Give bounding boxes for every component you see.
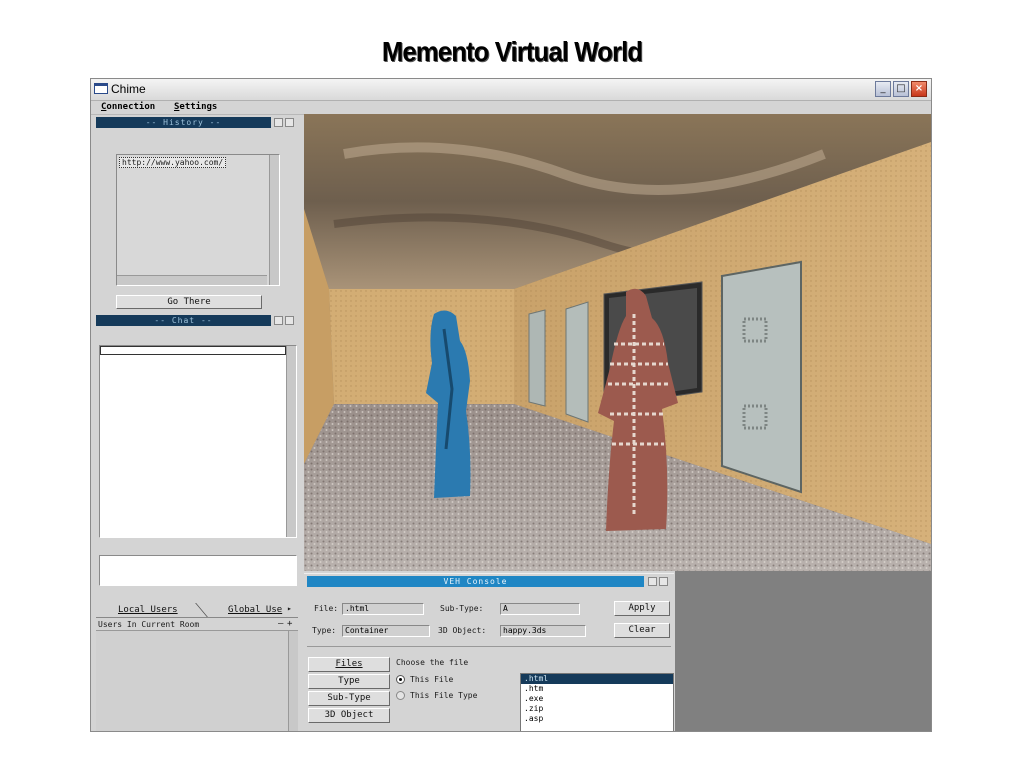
scene-render xyxy=(304,114,931,571)
radio-this-file-label: This File xyxy=(410,675,454,684)
tab-global-users[interactable]: Global Use xyxy=(228,605,282,615)
radio-this-file-type[interactable] xyxy=(396,691,405,700)
3d-object-tab-button[interactable]: 3D Object xyxy=(308,708,390,723)
file-label: File: xyxy=(314,604,339,613)
tab-scroll-right-icon[interactable]: ▸ xyxy=(287,604,292,613)
extension-item[interactable]: .htm xyxy=(521,684,673,694)
choose-file-heading: Choose the file xyxy=(396,658,469,667)
object-field[interactable]: happy.3ds xyxy=(500,625,586,637)
menu-settings-label: ettings xyxy=(179,102,218,112)
extension-item[interactable]: .asp xyxy=(521,714,673,724)
users-section-label: Users In Current Room xyxy=(98,620,200,629)
subtype-label: Sub-Type: xyxy=(440,604,484,613)
history-minimize-icon[interactable] xyxy=(274,118,283,127)
maximize-button[interactable]: □ xyxy=(893,81,909,97)
minimize-button[interactable]: _ xyxy=(875,81,891,97)
chat-log xyxy=(99,345,297,538)
chat-panel-title: -- Chat -- xyxy=(96,315,271,326)
menu-connection-label: onnection xyxy=(106,102,156,112)
go-there-button[interactable]: Go There xyxy=(116,295,262,309)
file-field[interactable]: .html xyxy=(342,603,424,615)
radio-dot-icon xyxy=(399,678,402,681)
window-app-icon xyxy=(94,83,108,94)
extension-item-selected[interactable]: .html xyxy=(521,674,673,684)
type-field[interactable]: Container xyxy=(342,625,430,637)
apply-button[interactable]: Apply xyxy=(614,601,670,616)
history-vscrollbar[interactable] xyxy=(269,155,279,285)
chat-input[interactable] xyxy=(99,555,297,586)
window-title: Chime xyxy=(111,82,146,96)
empty-area xyxy=(675,571,931,731)
menu-bar: Connection Settings xyxy=(91,101,931,115)
chat-close-icon[interactable] xyxy=(285,316,294,325)
console-divider xyxy=(307,646,671,647)
subtype-field[interactable]: A xyxy=(500,603,580,615)
clear-button[interactable]: Clear xyxy=(614,623,670,638)
extension-list[interactable]: .html .htm .exe .zip .asp xyxy=(520,673,674,731)
tab-global-users-label: Global Use xyxy=(228,605,283,615)
tab-local-users-label: Local Users xyxy=(118,605,178,615)
console-close-icon[interactable] xyxy=(659,577,668,586)
type-tab-button[interactable]: Type xyxy=(308,674,390,689)
chime-window: Chime _ □ × Connection Settings -- Histo… xyxy=(90,78,932,732)
virtual-world-view[interactable] xyxy=(304,114,931,571)
users-collapse-icon[interactable]: – xyxy=(278,619,283,629)
tab-local-users[interactable]: Local Users xyxy=(118,605,178,615)
menu-connection[interactable]: Connection xyxy=(101,102,155,112)
users-vscrollbar[interactable] xyxy=(288,631,298,731)
history-hscrollbar[interactable] xyxy=(117,275,267,285)
console-title: VEH Console xyxy=(307,576,644,587)
extension-item[interactable]: .zip xyxy=(521,704,673,714)
chat-vscrollbar[interactable] xyxy=(286,346,296,537)
type-label: Type: xyxy=(312,626,337,635)
radio-this-file[interactable] xyxy=(396,675,405,684)
chat-minimize-icon[interactable] xyxy=(274,316,283,325)
title-bar[interactable]: Chime _ □ × xyxy=(91,79,931,101)
radio-this-file-type-label: This File Type xyxy=(410,691,478,700)
history-panel-title: -- History -- xyxy=(96,117,271,128)
chat-log-line xyxy=(100,346,286,355)
history-close-icon[interactable] xyxy=(285,118,294,127)
close-button[interactable]: × xyxy=(911,81,927,97)
menu-settings[interactable]: Settings xyxy=(174,102,217,112)
history-item[interactable]: http://www.yahoo.com/ xyxy=(119,157,227,168)
users-expand-icon[interactable]: + xyxy=(287,619,292,629)
tab-divider xyxy=(195,603,208,617)
extension-item[interactable]: .exe xyxy=(521,694,673,704)
console-minimize-icon[interactable] xyxy=(648,577,657,586)
subtype-tab-button[interactable]: Sub-Type xyxy=(308,691,390,706)
tabs-underline xyxy=(96,617,298,618)
files-tab-button[interactable]: Files xyxy=(308,657,390,672)
history-list[interactable]: http://www.yahoo.com/ xyxy=(116,154,280,286)
object-label: 3D Object: xyxy=(438,626,487,635)
veh-console: VEH Console File: .html Sub-Type: A Appl… xyxy=(304,573,674,731)
slide-title: Memento Virtual World xyxy=(381,36,643,67)
users-list xyxy=(96,630,298,731)
